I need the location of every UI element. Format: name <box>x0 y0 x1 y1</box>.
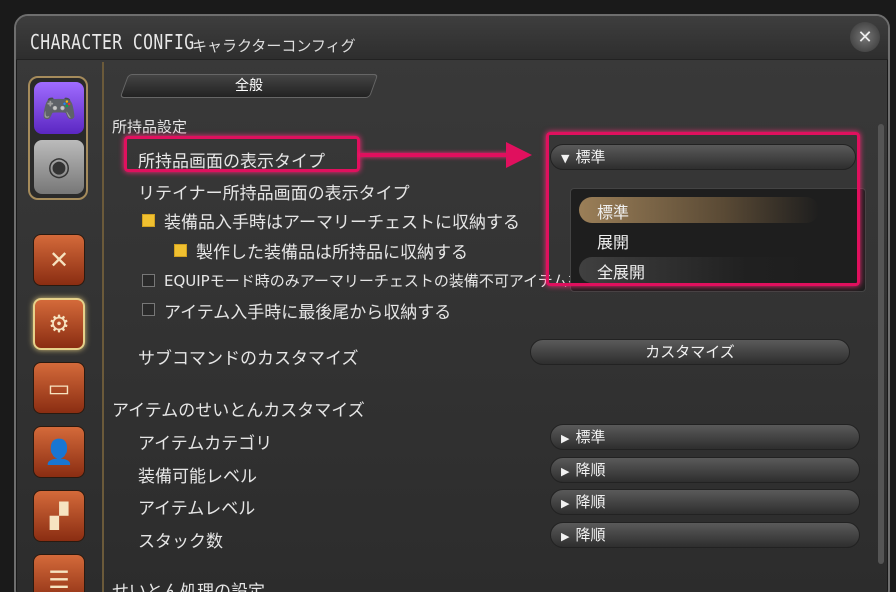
category-sidebar: 🎮 ◉ ✕ ⚙ ▭ 👤 ▞ ☰ <box>24 72 94 592</box>
party-icon[interactable]: ▞ <box>33 490 85 542</box>
equip-mode-checkbox[interactable] <box>142 274 155 287</box>
sidebar-divider <box>102 62 104 592</box>
customize-button[interactable]: カスタマイズ <box>530 339 850 365</box>
equip-level-value: 降順 <box>575 461 606 479</box>
subcommand-label: サブコマンドのカスタマイズ <box>138 349 359 369</box>
gamepad-icon[interactable]: 🎮 <box>34 82 84 134</box>
tab-general[interactable]: 全般 <box>119 74 379 98</box>
section-sort-process: せいとん処理の設定 <box>112 582 265 592</box>
equip-level-select[interactable]: ▶ 降順 <box>550 457 860 483</box>
window-subtitle: キャラクターコンフィグ <box>192 37 356 55</box>
annotation-arrow-line <box>360 153 510 157</box>
chevron-right-icon: ▶ <box>561 465 570 478</box>
annotation-arrow-head <box>506 142 532 168</box>
store-last-label: アイテム入手時に最後尾から収納する <box>164 303 452 323</box>
stack-count-select[interactable]: ▶ 降順 <box>550 522 860 548</box>
item-category-select[interactable]: ▶ 標準 <box>550 424 860 450</box>
retainer-display-type-label: リテイナー所持品画面の表示タイプ <box>138 184 410 204</box>
item-level-value: 降順 <box>575 493 606 511</box>
character-icon[interactable]: 👤 <box>33 426 85 478</box>
annotation-label-box <box>124 136 360 172</box>
close-icon[interactable]: ✕ <box>850 22 880 52</box>
item-category-value: 標準 <box>575 428 606 446</box>
chevron-right-icon: ▶ <box>561 530 570 543</box>
chevron-right-icon: ▶ <box>561 432 570 445</box>
section-sort: アイテムのせいとんカスタマイズ <box>112 401 365 421</box>
mouse-icon[interactable]: ◉ <box>34 140 84 194</box>
tab-general-label: 全般 <box>235 78 263 94</box>
window-title: CHARACTER CONFIG <box>30 30 195 54</box>
scrollbar[interactable] <box>878 124 884 564</box>
chat-icon[interactable]: ☰ <box>33 554 85 592</box>
battle-icon[interactable]: ✕ <box>33 234 85 286</box>
item-settings-icon[interactable]: ⚙ <box>33 298 85 350</box>
equip-level-label: 装備可能レベル <box>138 467 257 487</box>
character-config-window: CHARACTER CONFIG キャラクターコンフィグ ✕ 🎮 ◉ ✕ ⚙ ▭… <box>14 14 890 592</box>
stack-count-label: スタック数 <box>138 532 223 552</box>
item-category-label: アイテムカテゴリ <box>138 434 273 454</box>
store-last-checkbox[interactable] <box>142 303 155 316</box>
annotation-dropdown-box <box>546 132 860 286</box>
title-bar: CHARACTER CONFIG キャラクターコンフィグ ✕ <box>16 16 888 60</box>
store-armory-label: 装備品入手時はアーマリーチェストに収納する <box>164 213 520 233</box>
item-level-label: アイテムレベル <box>138 499 256 519</box>
chevron-right-icon: ▶ <box>561 497 570 510</box>
store-crafted-checkbox[interactable] <box>174 244 187 257</box>
section-inventory: 所持品設定 <box>112 118 188 136</box>
store-armory-checkbox[interactable] <box>142 214 155 227</box>
item-level-select[interactable]: ▶ 降順 <box>550 489 860 515</box>
hud-icon[interactable]: ▭ <box>33 362 85 414</box>
input-device-group: 🎮 ◉ <box>28 76 88 200</box>
store-crafted-label: 製作した装備品は所持品に収納する <box>196 243 468 263</box>
stack-count-value: 降順 <box>575 526 606 544</box>
